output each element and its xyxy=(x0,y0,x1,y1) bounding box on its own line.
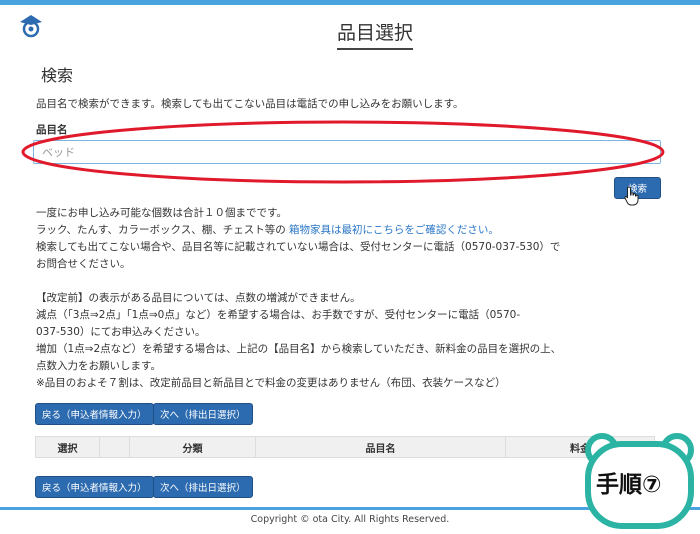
page-title: 品目選択 xyxy=(337,18,414,50)
back-button-top[interactable]: 戻る（申込者情報入力） xyxy=(35,403,154,425)
note-increase-text: 増加（1点⇒2点など）を希望する場合は、上記の【品目名】から検索していただき、新… xyxy=(36,343,562,355)
column-category: 分類 xyxy=(130,437,256,457)
step-label: 手順⑦ xyxy=(596,472,662,498)
results-table-header: 選択 分類 品目名 料金 xyxy=(35,436,655,458)
note-points-text: 点数入力をお願いします。 xyxy=(36,360,161,372)
info-furniture-line: ラック、たんす、カラーボックス、棚、チェスト等の 箱物家具は最初にこちらをご確認… xyxy=(36,222,499,239)
info-inquiry-text: お問合せください。 xyxy=(36,258,131,270)
note-decrease-text: 減点（「3点⇒2点」「1点⇒0点」など）を希望する場合は、お手数ですが、受付セン… xyxy=(36,309,521,321)
note-revision-text: 【改定前】の表示がある品目については、点数の増減ができません。 xyxy=(36,292,361,304)
hand-cursor-icon xyxy=(624,186,639,206)
column-select: 選択 xyxy=(36,437,100,457)
box-furniture-link[interactable]: 箱物家具は最初にこちらをご確認ください。 xyxy=(289,224,499,236)
info-furniture-text: ラック、たんす、カラーボックス、棚、チェスト等の xyxy=(36,224,290,236)
column-item-name: 品目名 xyxy=(256,437,506,457)
search-heading: 検索 xyxy=(41,66,74,85)
info-phone-text: 検索しても出てこない場合や、品目名等に記載されていない場合は、受付センターに電話… xyxy=(36,241,561,253)
search-description: 品目名で検索ができます。検索しても出てこない品目は電話での申し込みをお願いします… xyxy=(36,98,464,110)
note-decrease-phone-text: 037-530）にてお申込みください。 xyxy=(36,326,206,338)
next-button-top[interactable]: 次へ（排出日選択） xyxy=(153,403,253,425)
item-name-input[interactable] xyxy=(33,140,661,164)
back-button-bottom[interactable]: 戻る（申込者情報入力） xyxy=(35,476,154,498)
top-accent-bar xyxy=(0,0,700,5)
next-button-bottom[interactable]: 次へ（排出日選択） xyxy=(153,476,253,498)
note-price-text: ※品目のおよそ７割は、改定前品目と新品目とで料金の変更はありません（布団、衣装ケ… xyxy=(36,377,506,389)
info-limit-text: 一度にお申し込み可能な個数は合計１０個までです。 xyxy=(36,207,287,219)
item-name-label: 品目名 xyxy=(36,124,68,136)
city-emblem-icon[interactable] xyxy=(18,13,44,39)
column-blank xyxy=(100,437,130,457)
